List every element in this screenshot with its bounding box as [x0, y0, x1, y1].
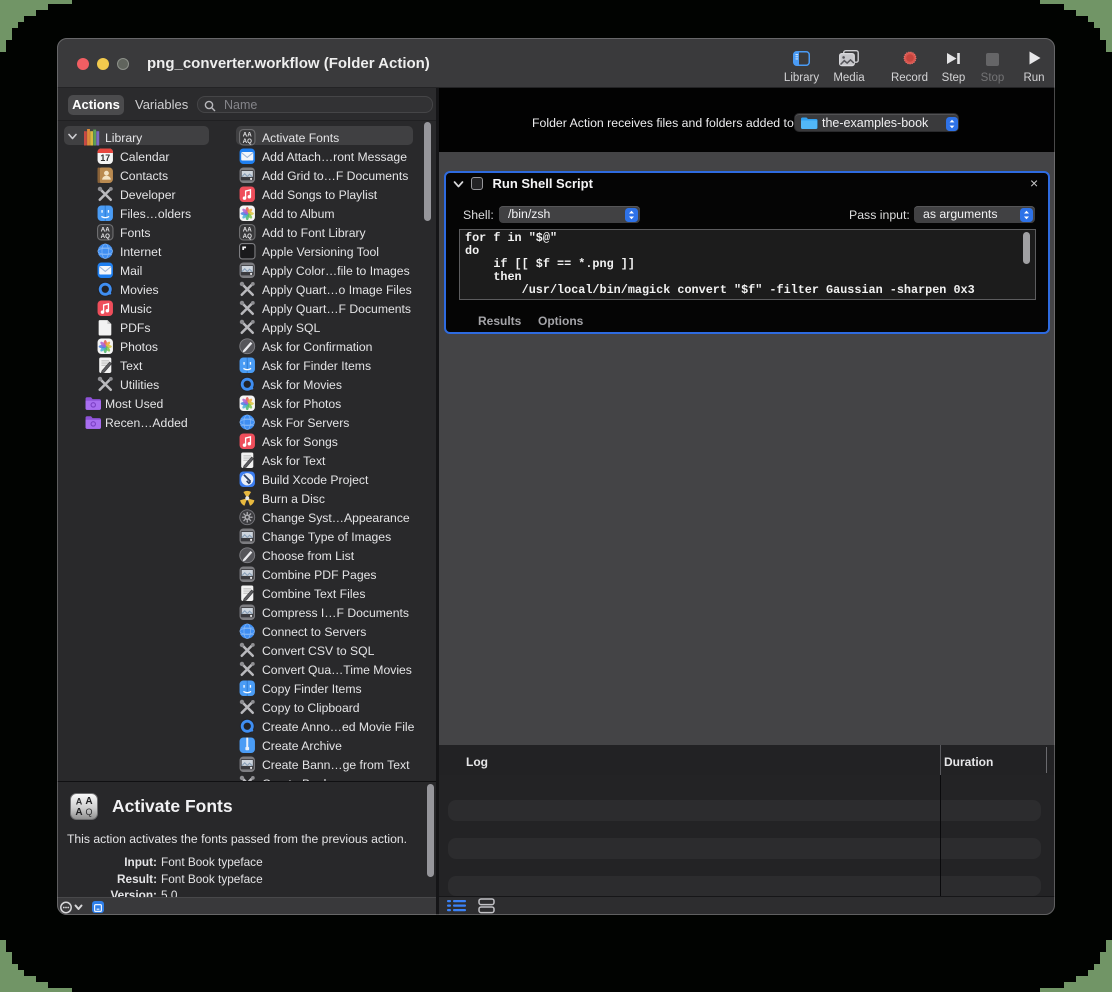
svg-text:AQ: AQ — [243, 138, 252, 145]
svg-text:AQ: AQ — [243, 233, 252, 240]
svg-text:A: A — [85, 796, 92, 807]
svg-text:A: A — [75, 807, 82, 818]
svg-text:A: A — [76, 797, 83, 807]
svg-text:Q: Q — [85, 807, 92, 817]
